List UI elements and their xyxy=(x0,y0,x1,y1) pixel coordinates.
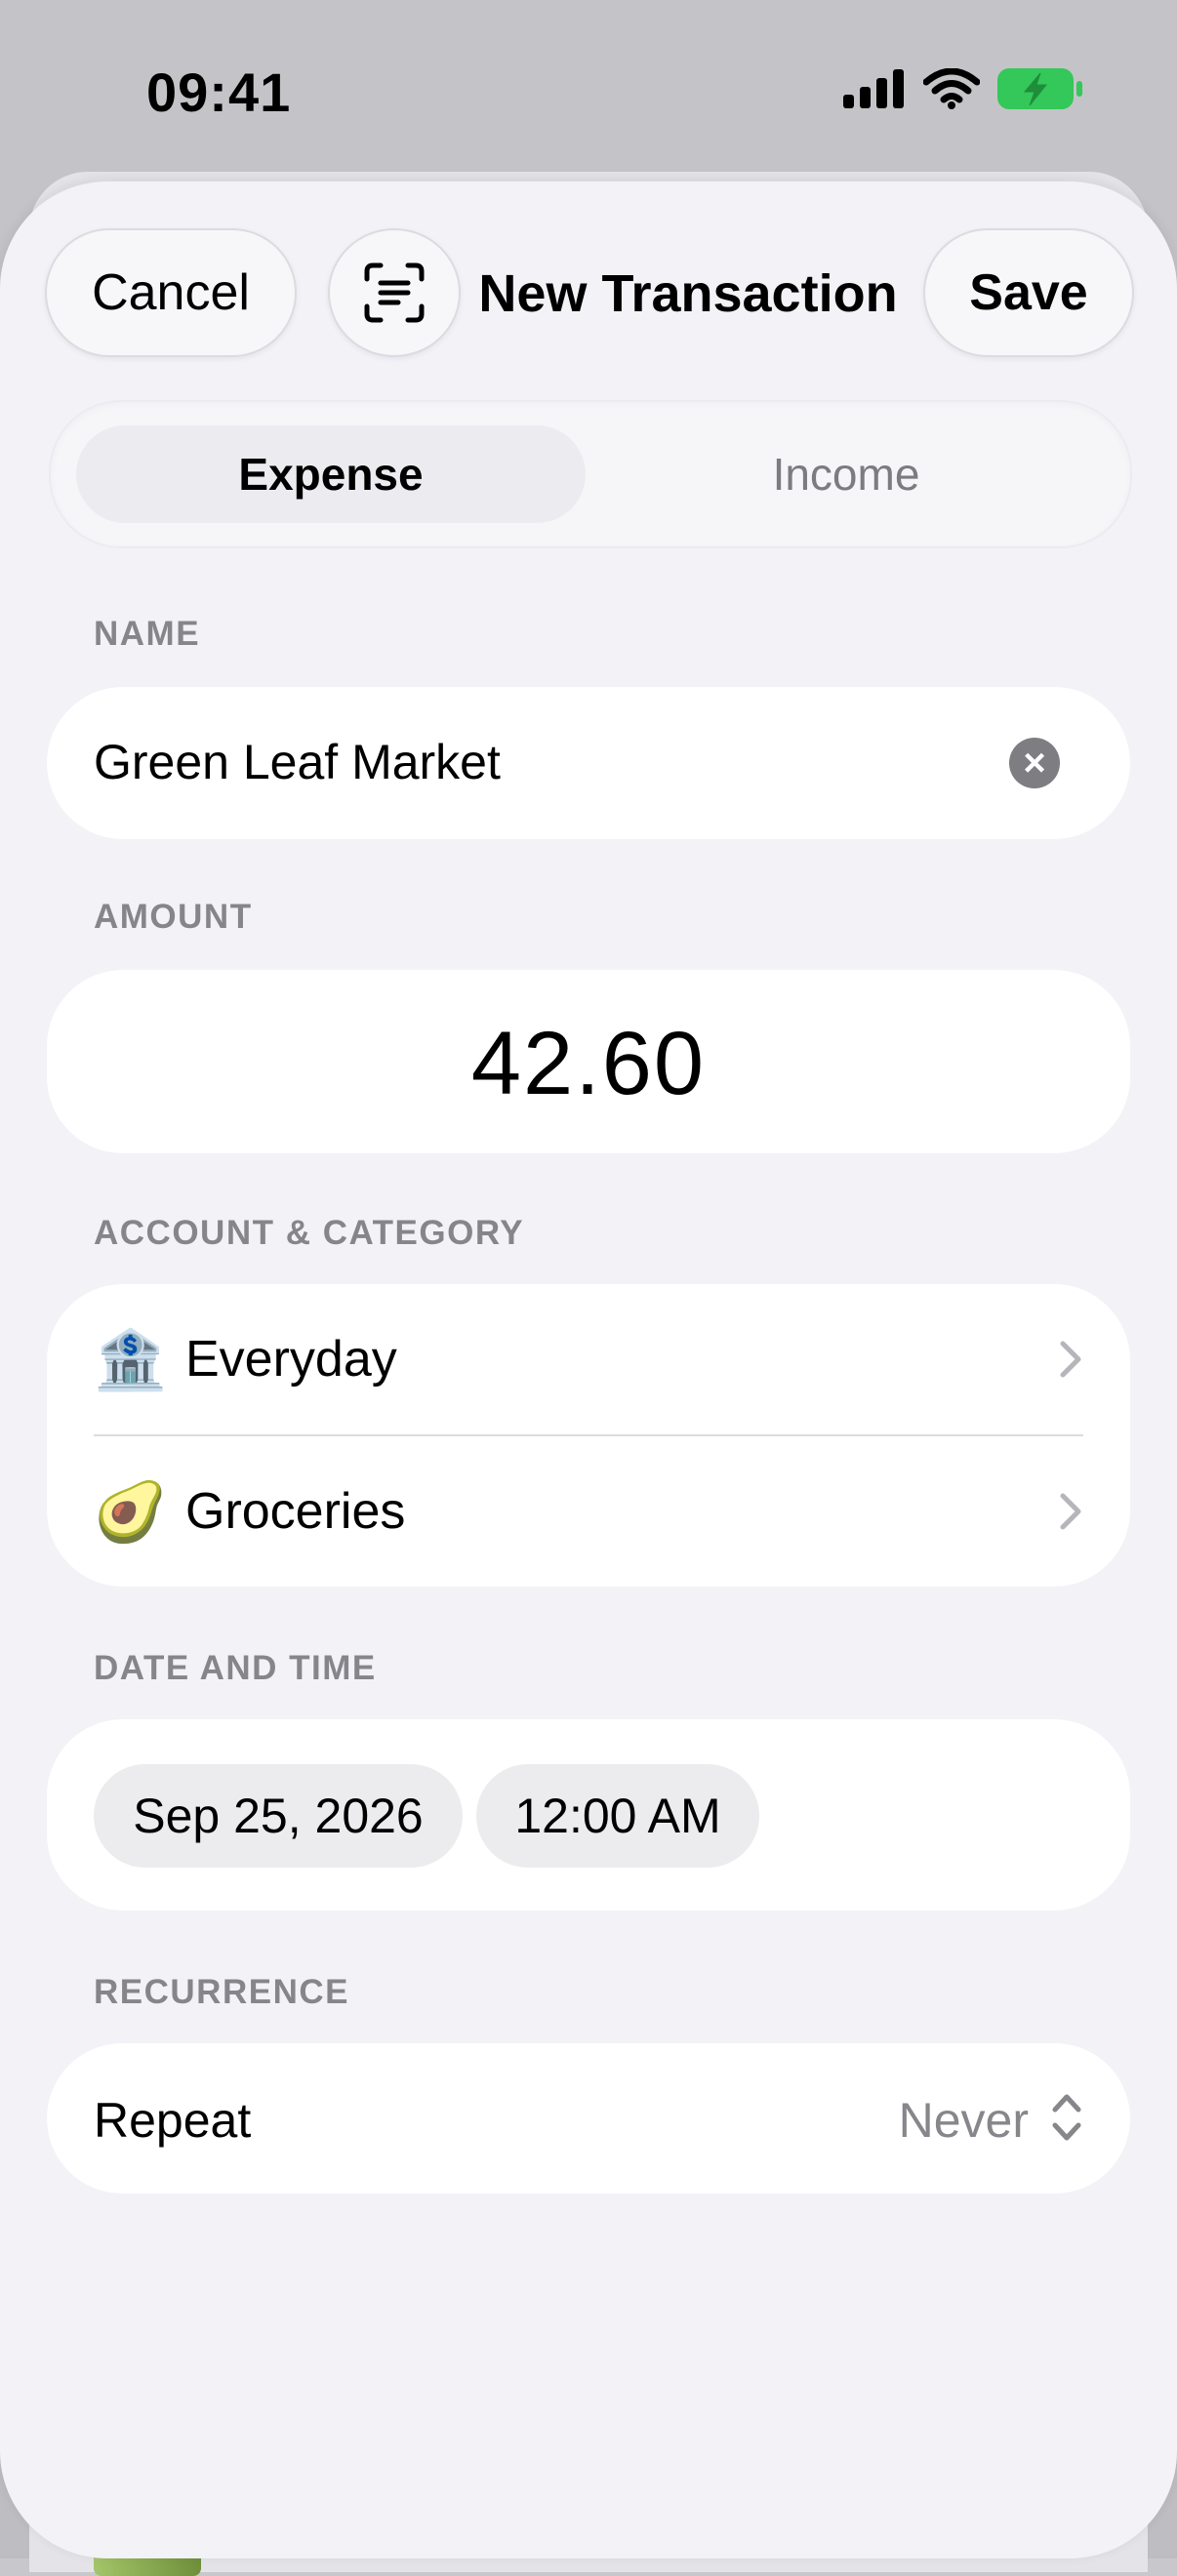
account-row-label: Everyday xyxy=(185,1331,397,1388)
battery-charging-icon xyxy=(997,68,1082,109)
time-picker-button[interactable]: 12:00 AM xyxy=(476,1764,759,1868)
amount-value: 42.60 xyxy=(470,1014,707,1113)
segment-income[interactable]: Income xyxy=(591,425,1101,523)
sheet-title: New Transaction xyxy=(478,264,898,323)
clear-text-button[interactable]: × xyxy=(1009,738,1060,788)
account-category-card: 🏦 Everyday 🥑 Groceries xyxy=(47,1284,1130,1587)
account-row[interactable]: 🏦 Everyday xyxy=(47,1284,1130,1434)
amount-section-label: AMOUNT xyxy=(94,898,253,936)
category-row[interactable]: 🥑 Groceries xyxy=(47,1436,1130,1587)
category-row-label: Groceries xyxy=(185,1483,406,1540)
document-scan-icon xyxy=(364,262,425,323)
name-field-value: Green Leaf Market xyxy=(94,735,501,789)
repeat-value: Never xyxy=(898,2093,1029,2148)
datetime-card: Sep 25, 2026 12:00 AM xyxy=(47,1719,1130,1911)
save-button-label: Save xyxy=(969,264,1088,321)
segment-expense[interactable]: Expense xyxy=(76,425,586,523)
name-section-label: NAME xyxy=(94,615,201,653)
clear-icon: × xyxy=(1023,742,1046,785)
amount-field[interactable]: 42.60 xyxy=(47,970,1130,1153)
repeat-row[interactable]: Repeat Never xyxy=(47,2043,1130,2194)
chevron-right-icon xyxy=(1060,1493,1081,1530)
repeat-label: Repeat xyxy=(94,2093,252,2148)
status-icons xyxy=(843,68,1083,109)
cancel-button-label: Cancel xyxy=(92,264,250,321)
save-button[interactable]: Save xyxy=(923,228,1134,357)
wifi-icon xyxy=(923,68,980,109)
cancel-button[interactable]: Cancel xyxy=(45,228,297,357)
datetime-section-label: DATE AND TIME xyxy=(94,1649,377,1687)
bank-icon: 🏦 xyxy=(94,1326,167,1392)
status-time: 09:41 xyxy=(146,61,292,123)
new-transaction-sheet: Cancel New Transaction Save Expense Inco… xyxy=(0,181,1177,2558)
avocado-icon: 🥑 xyxy=(94,1478,167,1545)
account-category-section-label: ACCOUNT & CATEGORY xyxy=(94,1214,525,1252)
transaction-type-segmented-control: Expense Income xyxy=(49,400,1132,548)
date-picker-button[interactable]: Sep 25, 2026 xyxy=(94,1764,463,1868)
recurrence-section-label: RECURRENCE xyxy=(94,1973,349,2011)
scan-document-button[interactable] xyxy=(328,228,461,357)
chevron-up-down-icon xyxy=(1052,2094,1081,2141)
cellular-signal-icon xyxy=(843,69,904,108)
chevron-right-icon xyxy=(1060,1341,1081,1378)
name-field[interactable]: Green Leaf Market × xyxy=(47,687,1130,839)
